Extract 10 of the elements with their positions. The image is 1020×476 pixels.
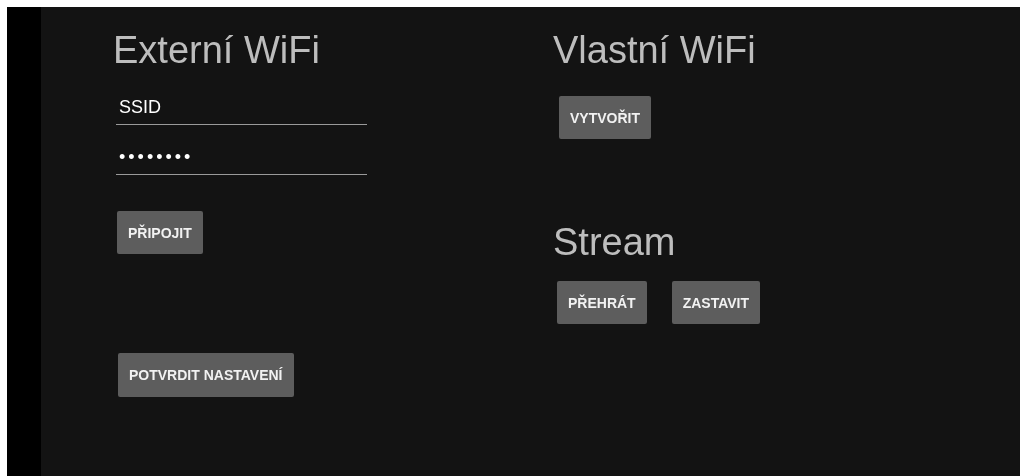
password-field[interactable]: ••••••••: [116, 143, 367, 175]
stream-button[interactable]: ZASTAVIT: [671, 281, 761, 324]
stream-button[interactable]: PŘEHRÁT: [557, 281, 647, 324]
ssid-field[interactable]: SSID: [116, 93, 367, 125]
section-title: Externí WiFi: [113, 28, 320, 73]
connect-button[interactable]: PŘIPOJIT: [117, 211, 203, 254]
create-button[interactable]: VYTVOŘIT: [559, 96, 651, 139]
confirm-settings-button[interactable]: POTVRDIT NASTAVENÍ: [118, 353, 294, 397]
section-title: Stream: [553, 220, 676, 265]
section-title: Vlastní WiFi: [553, 28, 756, 73]
